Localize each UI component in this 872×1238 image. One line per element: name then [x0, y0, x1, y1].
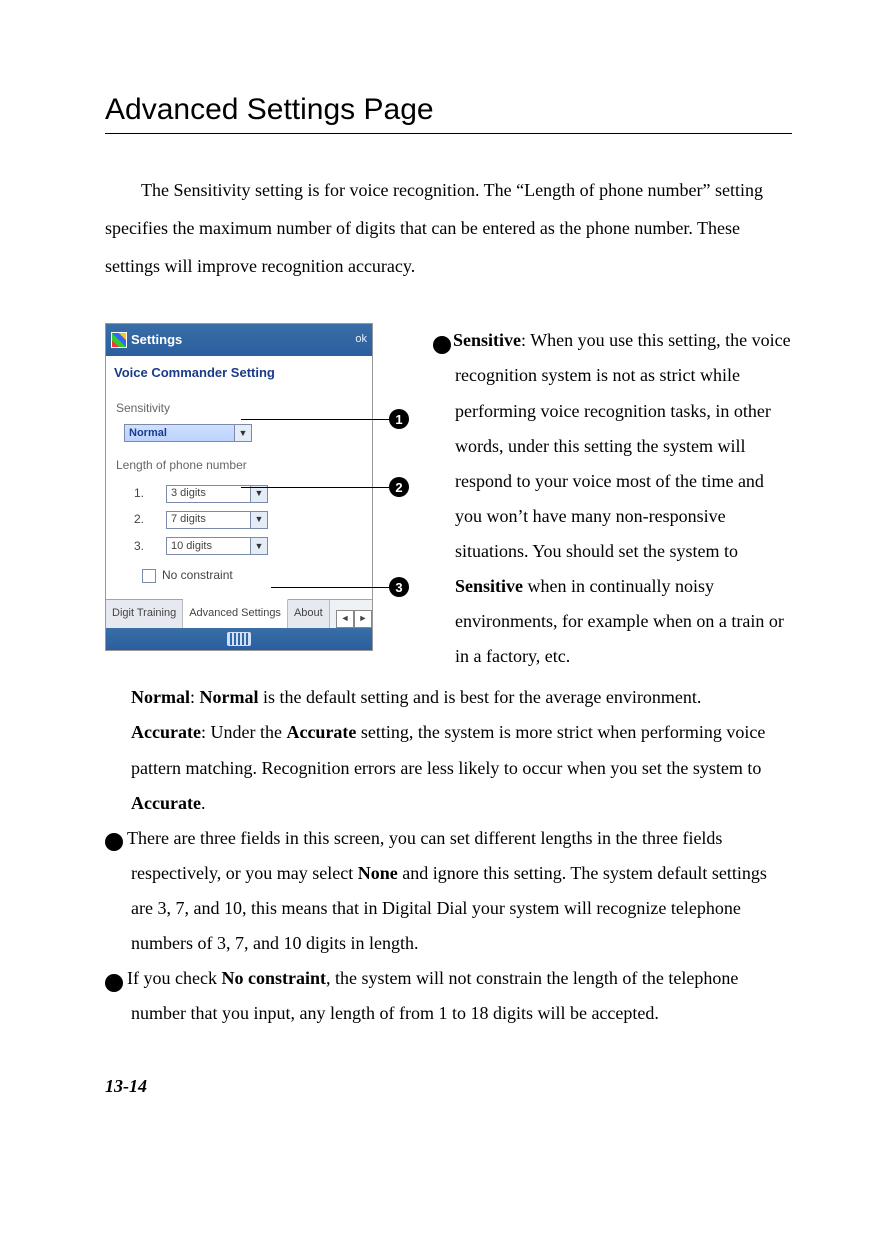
callout-3-marker: 3 — [105, 974, 123, 992]
normal-paragraph: Normal: Normal is the default setting an… — [131, 680, 792, 715]
start-flag-icon — [111, 332, 127, 348]
callout-2-badge: 2 — [389, 477, 409, 497]
length-row-3: 3. 10 digits ▼ — [134, 535, 362, 558]
intro-paragraph: The Sensitivity setting is for voice rec… — [105, 172, 792, 285]
length-3-dropdown[interactable]: 10 digits ▼ — [166, 537, 268, 555]
callout-3-badge: 3 — [389, 577, 409, 597]
window-subtitle: Voice Commander Setting — [106, 356, 372, 391]
chevron-down-icon: ▼ — [250, 538, 267, 554]
callout-2-text: 2There are three fields in this screen, … — [131, 821, 792, 961]
length-3-value: 10 digits — [171, 536, 212, 557]
sensitivity-dropdown[interactable]: Normal ▼ — [124, 424, 252, 442]
callout-3-text: 3If you check No constraint, the system … — [131, 961, 792, 1031]
length-1-value: 3 digits — [171, 483, 206, 504]
sip-bar — [106, 628, 372, 650]
callout-3: 3 — [271, 577, 409, 597]
tab-about[interactable]: About — [288, 600, 330, 627]
page-number: 13-14 — [105, 1069, 792, 1104]
keyboard-icon[interactable] — [227, 632, 251, 646]
length-row-2-number: 2. — [134, 508, 148, 531]
length-row-3-number: 3. — [134, 535, 148, 558]
page-title: Advanced Settings Page — [105, 90, 792, 134]
tab-advanced-settings[interactable]: Advanced Settings — [183, 599, 288, 627]
titlebar-text: Settings — [131, 327, 182, 352]
window-titlebar: Settings ok — [106, 324, 372, 355]
titlebar-ok[interactable]: ok — [355, 329, 367, 350]
length-group-label: Length of phone number — [116, 454, 362, 477]
length-2-value: 7 digits — [171, 509, 206, 530]
callout-1-badge: 1 — [389, 409, 409, 429]
length-2-dropdown[interactable]: 7 digits ▼ — [166, 511, 268, 529]
callout-2: 2 — [241, 477, 409, 497]
length-row-1-number: 1. — [134, 482, 148, 505]
callout-2-marker: 2 — [105, 833, 123, 851]
tab-scroll-left-icon[interactable]: ◄ — [336, 610, 354, 628]
tab-digit-training[interactable]: Digit Training — [106, 600, 183, 627]
chevron-down-icon: ▼ — [250, 512, 267, 528]
no-constraint-checkbox[interactable] — [142, 569, 156, 583]
tab-scroll-right-icon[interactable]: ► — [354, 610, 372, 628]
callout-1-marker: 1 — [433, 336, 451, 354]
screenshot-figure: Settings ok Voice Commander Setting Sens… — [105, 323, 425, 650]
no-constraint-label: No constraint — [162, 564, 233, 587]
tab-bar: Digit Training Advanced Settings About ◄… — [106, 599, 372, 627]
callout-1-text: 1Sensitive: When you use this setting, t… — [425, 323, 792, 674]
accurate-paragraph: Accurate: Under the Accurate setting, th… — [131, 715, 792, 820]
length-row-2: 2. 7 digits ▼ — [134, 508, 362, 531]
callout-1: 1 — [241, 409, 409, 429]
sensitivity-value: Normal — [129, 423, 167, 444]
